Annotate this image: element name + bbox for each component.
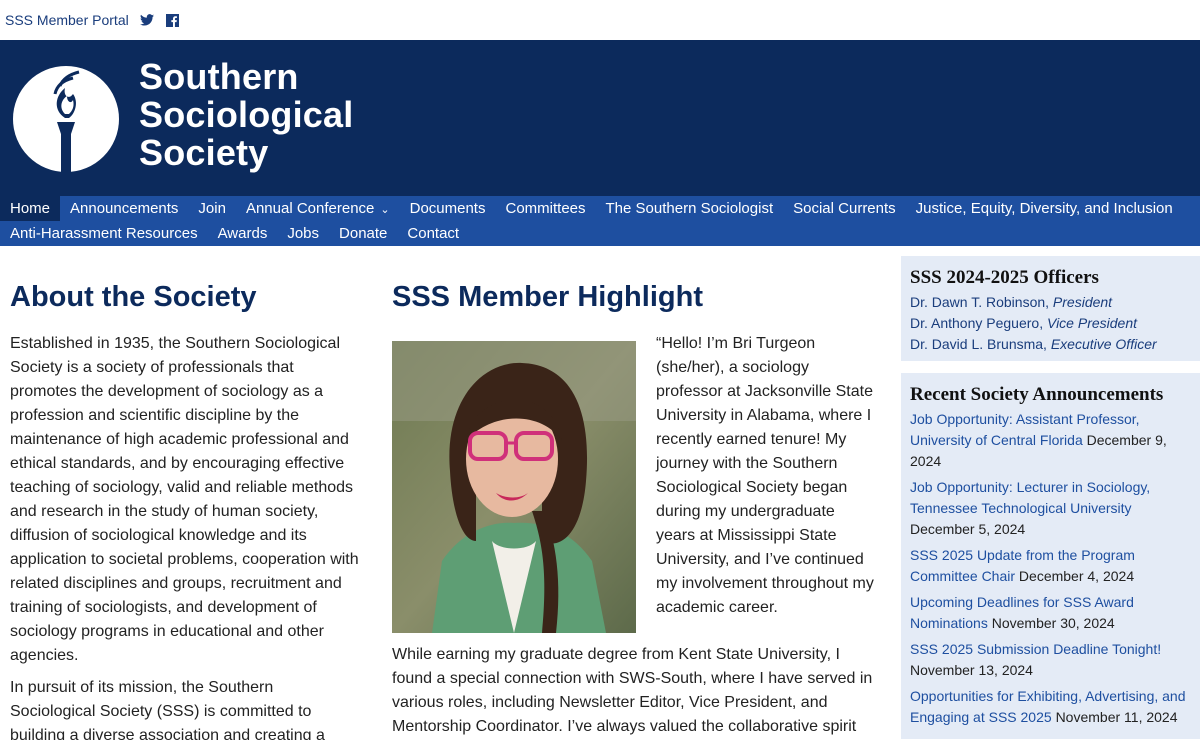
officers-box: SSS 2024-2025 Officers Dr. Dawn T. Robin…	[901, 256, 1200, 361]
nav-annual-conference-label: Annual Conference	[245, 200, 375, 217]
nav-documents[interactable]: Documents	[400, 196, 496, 221]
nav-contact[interactable]: Contact	[397, 221, 469, 246]
about-section: About the Society Established in 1935, t…	[10, 246, 362, 740]
announcement-item: Opportunities for Exhibiting, Advertisin…	[910, 686, 1191, 728]
announcement-item: Job Opportunity: Assistant Professor, Un…	[910, 409, 1191, 472]
highlight-paragraph-2: While earning my graduate degree from Ke…	[392, 646, 873, 735]
officer-name: Dr. David L. Brunsma,	[910, 336, 1047, 352]
site-name[interactable]: Southern Sociological Society	[139, 58, 353, 172]
officer-entry: Dr. Anthony Peguero, Vice President	[910, 313, 1191, 334]
member-portal-link[interactable]: SSS Member Portal	[5, 12, 129, 28]
nav-jobs[interactable]: Jobs	[277, 221, 329, 246]
officer-role: Executive Officer	[1050, 336, 1157, 352]
announcements-title: Recent Society Announcements	[910, 384, 1164, 405]
about-paragraph-2: In pursuit of its mission, the Southern …	[10, 679, 325, 740]
twitter-icon[interactable]	[139, 12, 155, 28]
site-name-line-3: Society	[139, 132, 269, 173]
announcement-link[interactable]: Job Opportunity: Lecturer in Sociology, …	[910, 479, 1150, 516]
nav-southern-sociologist[interactable]: The Southern Sociologist	[596, 196, 784, 221]
officer-role: President	[1052, 294, 1113, 310]
main-content: About the Society Established in 1935, t…	[0, 246, 1200, 740]
nav-committees[interactable]: Committees	[495, 196, 595, 221]
nav-row-1: Home Announcements Join Annual Conferenc…	[0, 196, 1200, 221]
main-nav: Home Announcements Join Annual Conferenc…	[0, 196, 1200, 246]
top-bar: SSS Member Portal	[0, 0, 1200, 40]
announcements-box: Recent Society Announcements Job Opportu…	[901, 373, 1200, 739]
site-header: Southern Sociological Society	[0, 40, 1200, 196]
site-name-line-1: Southern	[139, 56, 299, 97]
highlight-body: “Hello! I’m Bri Turgeon (she/her), a soc…	[392, 332, 876, 739]
nav-social-currents[interactable]: Social Currents	[783, 196, 906, 221]
officer-name: Dr. Anthony Peguero,	[910, 315, 1044, 331]
nav-annual-conference[interactable]: Annual Conference ⌄	[236, 196, 400, 221]
officers-title: SSS 2024-2025 Officers	[910, 267, 1099, 288]
announcement-date: November 11, 2024	[1055, 709, 1178, 725]
nav-row-2: Anti-Harassment Resources Awards Jobs Do…	[0, 221, 1200, 246]
officer-role: Vice President	[1046, 315, 1137, 331]
nav-awards[interactable]: Awards	[208, 221, 278, 246]
facebook-icon[interactable]	[165, 12, 181, 28]
nav-donate[interactable]: Donate	[329, 221, 397, 246]
officer-entry: Dr. Dawn T. Robinson, President	[910, 292, 1191, 313]
sidebar: SSS 2024-2025 Officers Dr. Dawn T. Robin…	[901, 256, 1200, 740]
announcement-item: Upcoming Deadlines for SSS Award Nominat…	[910, 592, 1191, 634]
nav-jedi[interactable]: Justice, Equity, Diversity, and Inclusio…	[906, 196, 1183, 221]
site-name-line-2: Sociological	[139, 94, 354, 135]
torch-logo-icon[interactable]	[13, 66, 119, 172]
announcement-item: Job Opportunity: Lecturer in Sociology, …	[910, 477, 1191, 540]
member-photo	[392, 341, 636, 633]
announcement-date: November 13, 2024	[910, 662, 1033, 678]
announcement-date: December 5, 2024	[910, 521, 1026, 537]
about-title: About the Society	[10, 281, 257, 313]
nav-home[interactable]: Home	[0, 196, 61, 221]
nav-announcements[interactable]: Announcements	[60, 196, 188, 221]
announcement-item: SSS 2025 Submission Deadline Tonight! No…	[910, 639, 1191, 681]
announcement-date: November 30, 2024	[991, 615, 1115, 631]
announcement-link[interactable]: SSS 2025 Submission Deadline Tonight!	[910, 641, 1161, 657]
nav-join[interactable]: Join	[188, 196, 236, 221]
announcement-item: SSS 2025 Update from the Program Committ…	[910, 545, 1191, 587]
officer-entry: Dr. David L. Brunsma, Executive Officer	[910, 334, 1191, 355]
about-paragraph-1: Established in 1935, the Southern Sociol…	[10, 335, 359, 664]
highlight-title: SSS Member Highlight	[392, 281, 703, 313]
member-highlight-section: SSS Member Highlight “Hello! I’m Bri Tur…	[392, 246, 876, 739]
nav-anti-harassment[interactable]: Anti-Harassment Resources	[0, 221, 208, 246]
announcement-date: December 4, 2024	[1018, 568, 1135, 584]
officer-name: Dr. Dawn T. Robinson,	[910, 294, 1050, 310]
chevron-down-icon: ⌄	[380, 204, 390, 216]
